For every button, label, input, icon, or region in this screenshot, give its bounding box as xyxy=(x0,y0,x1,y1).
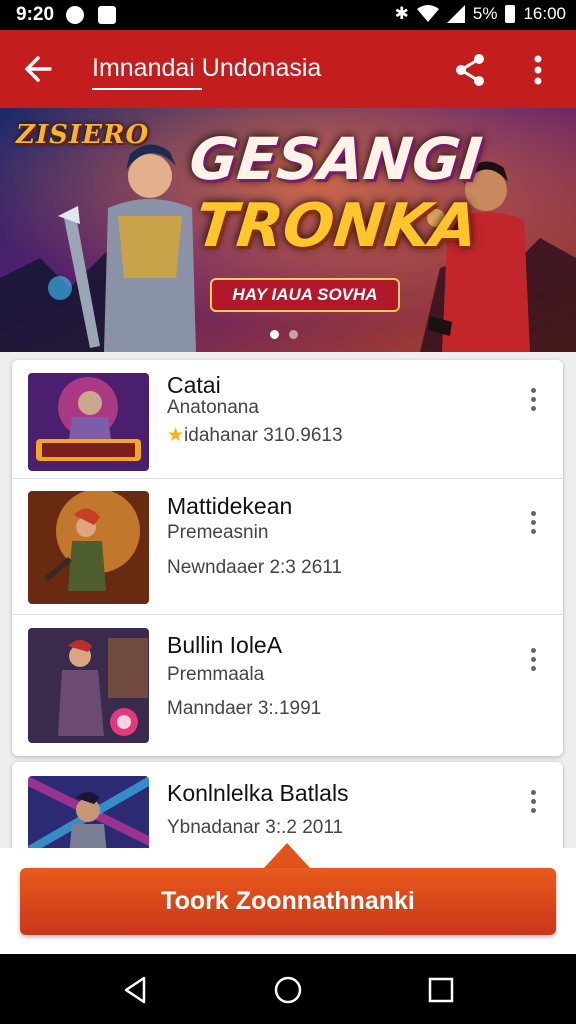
banner-logo: ZISIERO xyxy=(16,120,150,150)
carousel-indicator xyxy=(270,330,298,339)
more-vertical-icon xyxy=(520,382,546,411)
more-vertical-icon xyxy=(534,55,542,85)
overflow-menu-button[interactable] xyxy=(524,50,552,90)
banner-title-line2: TRONKA xyxy=(192,191,481,261)
star-icon: ★ xyxy=(167,425,185,446)
game-subtitle: Anatonana xyxy=(167,397,259,418)
more-vertical-icon xyxy=(520,505,546,534)
item-menu-button[interactable] xyxy=(520,642,546,676)
signal-icon xyxy=(446,5,465,23)
game-meta-text: idahanar 310.9613 xyxy=(184,425,343,446)
game-meta-text: Ybnadanar 3:.2 2011 xyxy=(167,817,344,838)
system-nav-bar xyxy=(0,954,576,1024)
nav-back-button[interactable] xyxy=(120,974,152,1006)
wifi-icon xyxy=(416,5,439,22)
cta-pointer xyxy=(263,843,311,869)
nav-recents-button[interactable] xyxy=(425,974,457,1006)
list-item[interactable]: Bullin IoleA Premmaala Manndaer 3:.1991 xyxy=(12,615,563,756)
nav-home-button[interactable] xyxy=(272,974,304,1006)
game-title: Catai xyxy=(167,372,221,398)
more-vertical-icon xyxy=(520,784,546,813)
item-menu-button[interactable] xyxy=(520,784,546,818)
promo-banner[interactable]: ZISIERO GESANGI TRONKA HAY IAUA SOVHA xyxy=(0,108,576,352)
status-time: 9:20 xyxy=(16,4,55,25)
game-subtitle: Premmaala xyxy=(167,664,265,685)
list-item[interactable]: Mattidekean Premeasnin Newndaaer 2:3 261… xyxy=(12,479,563,615)
banner-badge: HAY IAUA SOVHA xyxy=(210,278,400,312)
game-meta-text: Newndaaer 2:3 2611 xyxy=(167,557,342,578)
more-vertical-icon xyxy=(520,642,546,671)
game-title: Konlnlelka Batlals xyxy=(167,780,349,806)
page-title: Imnandai Undonasia xyxy=(92,54,322,82)
carousel-dot[interactable] xyxy=(289,330,298,339)
game-thumbnail xyxy=(28,373,149,471)
battery-icon xyxy=(505,5,516,23)
game-meta: Ybnadanar 3:.2 2011 xyxy=(167,817,343,839)
share-icon xyxy=(456,54,484,86)
list-item[interactable]: Catai Anatonana ★idahanar 310.9613 xyxy=(12,360,563,479)
title-underline xyxy=(92,88,202,90)
cta-button[interactable]: Toork Zoonnathnanki xyxy=(20,868,556,935)
back-button[interactable] xyxy=(18,48,60,90)
game-title: Mattidekean xyxy=(167,493,293,519)
arrow-left-icon xyxy=(25,56,52,82)
carousel-dot-active[interactable] xyxy=(270,330,279,339)
bluetooth-icon: ✱ xyxy=(394,4,409,23)
game-title: Bullin IoleA xyxy=(167,632,283,658)
game-meta: Manndaer 3:.1991 xyxy=(167,698,321,720)
battery-percent: 5% xyxy=(472,4,498,23)
notification-icon xyxy=(66,6,84,24)
item-menu-button[interactable] xyxy=(520,505,546,539)
game-subtitle: Premeasnin xyxy=(167,522,269,543)
share-button[interactable] xyxy=(450,50,490,90)
game-thumbnail xyxy=(28,491,149,604)
game-list: Catai Anatonana ★idahanar 310.9613 Matti… xyxy=(12,360,563,756)
item-menu-button[interactable] xyxy=(520,382,546,416)
game-meta-text: Manndaer 3:.1991 xyxy=(167,698,322,719)
square-recents-icon xyxy=(428,977,454,1003)
game-meta: ★idahanar 310.9613 xyxy=(167,424,343,447)
banner-title-line1: GESANGI xyxy=(186,125,486,193)
game-thumbnail xyxy=(28,628,149,743)
status-bar: 9:20 ✱ 5% 16:00 xyxy=(0,0,576,30)
status-clock: 16:00 xyxy=(523,4,566,23)
game-meta: Newndaaer 2:3 2611 xyxy=(167,557,342,579)
circle-home-icon xyxy=(274,976,302,1004)
triangle-back-icon xyxy=(124,976,146,1004)
app-bar: Imnandai Undonasia xyxy=(0,30,576,108)
app-notification-icon xyxy=(98,6,116,24)
